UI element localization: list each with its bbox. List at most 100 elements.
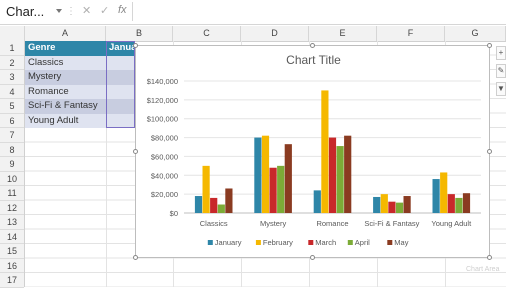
legend-label: April (355, 238, 370, 247)
legend-swatch (207, 240, 213, 245)
row-header-10[interactable]: 10 (0, 172, 24, 186)
row-header-6[interactable]: 6 (0, 114, 24, 128)
y-tick-label: $100,000 (147, 115, 178, 124)
name-box-dropdown-icon[interactable] (56, 9, 62, 13)
table-cell-genre[interactable]: Mystery (25, 70, 106, 85)
resize-handle-top[interactable] (310, 43, 315, 48)
bar (336, 146, 344, 213)
chart-filters-button[interactable]: ▼ (496, 82, 506, 96)
bar (217, 204, 225, 213)
chart-styles-button[interactable]: ✎ (496, 64, 506, 78)
table-cell-genre[interactable]: Young Adult (25, 113, 106, 128)
bar (447, 194, 455, 213)
x-tick-label: Romance (316, 219, 348, 228)
name-box[interactable]: Char... (6, 3, 54, 21)
x-tick-label: Sci-Fi & Fantasy (364, 219, 419, 228)
row-header-5[interactable]: 5 (0, 99, 24, 114)
bar (225, 188, 233, 213)
bar (328, 137, 337, 213)
table-cell-genre[interactable]: Sci-Fi & Fantasy (25, 99, 106, 114)
formula-bar-separator: ⋮ (66, 6, 76, 17)
legend-swatch (308, 240, 314, 245)
row-header-12[interactable]: 12 (0, 201, 24, 215)
row-header-15[interactable]: 15 (0, 244, 24, 259)
resize-handle-top-right[interactable] (487, 43, 492, 48)
row-header-7[interactable]: 7 (0, 128, 24, 143)
row-header-9[interactable]: 9 (0, 157, 24, 172)
data-range-highlight (106, 41, 135, 128)
row-header-17[interactable]: 17 (0, 273, 24, 288)
bar (403, 196, 411, 213)
row-header-13[interactable]: 13 (0, 215, 24, 230)
chart-elements-button[interactable]: + (496, 46, 506, 60)
bar (388, 201, 396, 213)
y-tick-label: $20,000 (151, 190, 178, 199)
x-tick-label: Mystery (260, 219, 287, 228)
legend-label: January (215, 238, 242, 247)
close-icon[interactable]: ✕ (82, 4, 91, 17)
y-tick-label: $0 (170, 209, 178, 218)
bar (194, 196, 203, 213)
chart-area[interactable]: Chart Title $0 $20,000 $40,000 $60,000 $80,0… (135, 45, 490, 258)
column-header-a[interactable]: A (25, 26, 106, 41)
formula-bar: Char... ⋮ ✕ ✓ fx (0, 0, 506, 25)
chart-plot: $0 $20,000 $40,000 $60,000 $80,000 $100,000 $1… (147, 77, 481, 247)
select-all-corner[interactable] (0, 26, 25, 41)
row-header-16[interactable]: 16 (0, 259, 24, 273)
x-tick-label: Classics (200, 219, 228, 228)
legend-swatch (347, 240, 353, 245)
bar (395, 202, 404, 213)
column-header-g[interactable]: G (445, 26, 506, 41)
row-header-4[interactable]: 4 (0, 85, 24, 99)
chart-area-tooltip: Chart Area (466, 266, 500, 273)
legend-swatch (255, 240, 261, 245)
formula-input[interactable] (132, 2, 505, 21)
resize-handle-bottom-right[interactable] (487, 255, 492, 260)
bar (269, 167, 277, 213)
bar (321, 90, 329, 213)
bar (462, 193, 471, 213)
check-icon[interactable]: ✓ (100, 4, 109, 17)
bar (380, 194, 388, 213)
bar (261, 135, 270, 213)
row-header-2[interactable]: 2 (0, 56, 24, 70)
resize-handle-right[interactable] (487, 149, 492, 154)
column-header-c[interactable]: C (173, 26, 241, 41)
bar (344, 135, 352, 213)
resize-handle-top-left[interactable] (133, 43, 138, 48)
row-header-8[interactable]: 8 (0, 143, 24, 157)
resize-handle-left[interactable] (133, 149, 138, 154)
bar (313, 190, 321, 213)
row-header-1[interactable]: 1 (0, 41, 24, 56)
x-tick-label: Young Adult (431, 219, 472, 228)
bar (210, 197, 218, 213)
column-header-f[interactable]: F (377, 26, 445, 41)
row-header-11[interactable]: 11 (0, 186, 24, 201)
bar (373, 196, 381, 213)
y-tick-label: $40,000 (151, 171, 178, 180)
header-cell-genre[interactable]: Genre (25, 41, 106, 56)
header-genre-label: Genre (28, 42, 56, 53)
y-tick-label: $60,000 (151, 152, 178, 161)
column-header-b[interactable]: B (106, 26, 173, 41)
y-tick-label: $80,000 (151, 134, 178, 143)
table-cell-genre[interactable]: Classics (25, 55, 106, 70)
row-header-3[interactable]: 3 (0, 70, 24, 85)
bar (455, 197, 463, 213)
column-header-d[interactable]: D (241, 26, 309, 41)
y-tick-label: $140,000 (147, 77, 178, 86)
row-headers: 1 2 3 4 5 6 7 8 9 10 11 12 13 14 15 16 17 (0, 41, 25, 288)
row-header-14[interactable]: 14 (0, 230, 24, 244)
y-tick-label: $120,000 (147, 96, 178, 105)
resize-handle-bottom[interactable] (310, 255, 315, 260)
insert-function-icon[interactable]: fx (118, 4, 127, 16)
table-cell-genre[interactable]: Romance (25, 84, 106, 99)
column-header-e[interactable]: E (309, 26, 377, 41)
bar (254, 137, 262, 213)
bar (432, 179, 440, 213)
bar (284, 144, 292, 213)
legend-label: February (263, 238, 293, 247)
bar (202, 165, 210, 213)
bar (277, 165, 285, 213)
resize-handle-bottom-left[interactable] (133, 255, 138, 260)
